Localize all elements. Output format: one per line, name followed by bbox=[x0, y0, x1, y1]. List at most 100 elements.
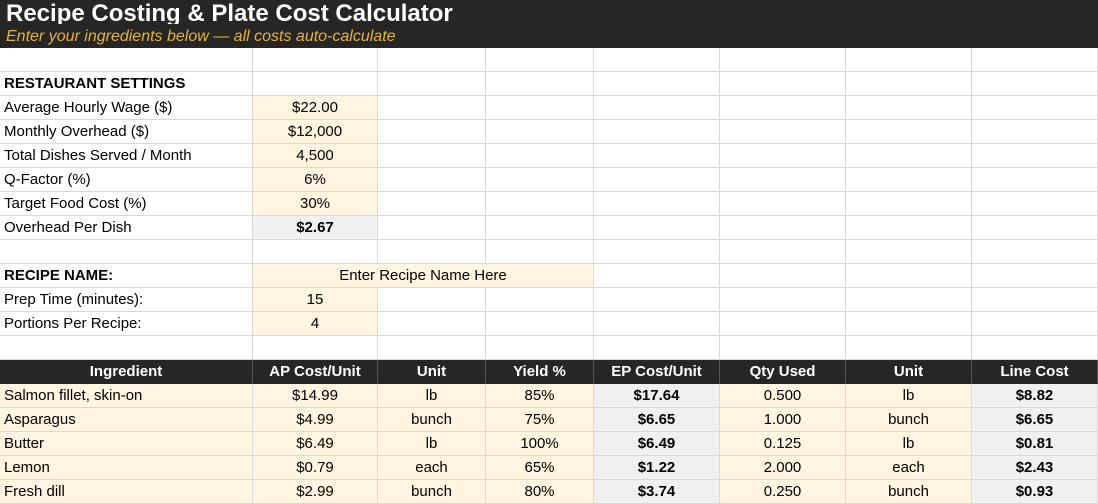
ap-unit[interactable]: bunch bbox=[378, 480, 486, 504]
cell[interactable] bbox=[0, 48, 253, 72]
qty-used[interactable]: 2.000 bbox=[720, 456, 846, 480]
cell[interactable] bbox=[972, 48, 1098, 72]
setting-label[interactable]: Total Dishes Served / Month bbox=[0, 144, 253, 168]
cell[interactable] bbox=[720, 96, 846, 120]
cell[interactable] bbox=[972, 240, 1098, 264]
line-cost[interactable]: $8.82 bbox=[972, 384, 1098, 408]
ep-cost[interactable]: $6.49 bbox=[594, 432, 720, 456]
cell[interactable] bbox=[846, 240, 972, 264]
cell[interactable] bbox=[972, 168, 1098, 192]
cell[interactable] bbox=[846, 336, 972, 360]
cell[interactable] bbox=[594, 312, 720, 336]
column-header-ap-cost[interactable]: AP Cost/Unit bbox=[253, 360, 378, 384]
cell[interactable] bbox=[720, 336, 846, 360]
cell[interactable] bbox=[720, 168, 846, 192]
ap-cost[interactable]: $6.49 bbox=[253, 432, 378, 456]
prep-time-label[interactable]: Prep Time (minutes): bbox=[0, 288, 253, 312]
yield-percent[interactable]: 80% bbox=[486, 480, 594, 504]
cell[interactable] bbox=[378, 336, 486, 360]
setting-label[interactable]: Average Hourly Wage ($) bbox=[0, 96, 253, 120]
cell[interactable] bbox=[378, 168, 486, 192]
cell[interactable] bbox=[720, 288, 846, 312]
cell[interactable] bbox=[486, 240, 594, 264]
cell[interactable] bbox=[972, 120, 1098, 144]
ap-cost[interactable]: $4.99 bbox=[253, 408, 378, 432]
ap-unit[interactable]: bunch bbox=[378, 408, 486, 432]
cell[interactable] bbox=[378, 72, 486, 96]
cell[interactable] bbox=[378, 216, 486, 240]
ingredient-name[interactable]: Fresh dill bbox=[0, 480, 253, 504]
cell[interactable] bbox=[594, 240, 720, 264]
qty-unit[interactable]: bunch bbox=[846, 408, 972, 432]
cell[interactable] bbox=[0, 240, 253, 264]
column-header-yield[interactable]: Yield % bbox=[486, 360, 594, 384]
yield-percent[interactable]: 85% bbox=[486, 384, 594, 408]
yield-percent[interactable]: 75% bbox=[486, 408, 594, 432]
yield-percent[interactable]: 100% bbox=[486, 432, 594, 456]
recipe-name-label[interactable]: RECIPE NAME: bbox=[0, 264, 253, 288]
cell[interactable] bbox=[720, 192, 846, 216]
setting-label[interactable]: Target Food Cost (%) bbox=[0, 192, 253, 216]
column-header-ep-cost[interactable]: EP Cost/Unit bbox=[594, 360, 720, 384]
cell[interactable] bbox=[846, 288, 972, 312]
cell[interactable] bbox=[486, 312, 594, 336]
column-header-qty-unit[interactable]: Unit bbox=[846, 360, 972, 384]
ingredient-name[interactable]: Salmon fillet, skin-on bbox=[0, 384, 253, 408]
cell[interactable] bbox=[486, 72, 594, 96]
qty-unit[interactable]: bunch bbox=[846, 480, 972, 504]
qty-used[interactable]: 0.250 bbox=[720, 480, 846, 504]
cell[interactable] bbox=[720, 48, 846, 72]
ap-cost[interactable]: $2.99 bbox=[253, 480, 378, 504]
ingredient-name[interactable]: Asparagus bbox=[0, 408, 253, 432]
line-cost[interactable]: $0.93 bbox=[972, 480, 1098, 504]
cell[interactable] bbox=[846, 192, 972, 216]
line-cost[interactable]: $2.43 bbox=[972, 456, 1098, 480]
cell[interactable] bbox=[972, 264, 1098, 288]
cell[interactable] bbox=[720, 264, 846, 288]
cell[interactable] bbox=[594, 288, 720, 312]
cell[interactable] bbox=[972, 192, 1098, 216]
cell[interactable] bbox=[378, 48, 486, 72]
cell[interactable] bbox=[720, 312, 846, 336]
cell[interactable] bbox=[720, 120, 846, 144]
cell[interactable] bbox=[378, 192, 486, 216]
qty-unit[interactable]: lb bbox=[846, 384, 972, 408]
cell[interactable] bbox=[972, 312, 1098, 336]
cell[interactable] bbox=[253, 72, 378, 96]
cell[interactable] bbox=[378, 120, 486, 144]
column-header-qty-used[interactable]: Qty Used bbox=[720, 360, 846, 384]
column-header-ingredient[interactable]: Ingredient bbox=[0, 360, 253, 384]
setting-label[interactable]: Monthly Overhead ($) bbox=[0, 120, 253, 144]
cell[interactable] bbox=[378, 240, 486, 264]
cell[interactable] bbox=[972, 336, 1098, 360]
yield-percent[interactable]: 65% bbox=[486, 456, 594, 480]
line-cost[interactable]: $6.65 bbox=[972, 408, 1098, 432]
cell[interactable] bbox=[594, 144, 720, 168]
qty-unit[interactable]: lb bbox=[846, 432, 972, 456]
cell[interactable] bbox=[378, 96, 486, 120]
qty-used[interactable]: 1.000 bbox=[720, 408, 846, 432]
ingredient-name[interactable]: Butter bbox=[0, 432, 253, 456]
cell[interactable] bbox=[486, 120, 594, 144]
cell[interactable] bbox=[594, 48, 720, 72]
ap-cost[interactable]: $0.79 bbox=[253, 456, 378, 480]
cell[interactable] bbox=[594, 264, 720, 288]
cell[interactable] bbox=[594, 96, 720, 120]
cell[interactable] bbox=[486, 144, 594, 168]
setting-input-target-food-cost[interactable]: 30% bbox=[253, 192, 378, 216]
cell[interactable] bbox=[846, 48, 972, 72]
setting-label[interactable]: Overhead Per Dish bbox=[0, 216, 253, 240]
ep-cost[interactable]: $17.64 bbox=[594, 384, 720, 408]
qty-used[interactable]: 0.500 bbox=[720, 384, 846, 408]
cell[interactable] bbox=[594, 336, 720, 360]
cell[interactable] bbox=[972, 96, 1098, 120]
setting-input-monthly-overhead[interactable]: $12,000 bbox=[253, 120, 378, 144]
setting-input-hourly-wage[interactable]: $22.00 bbox=[253, 96, 378, 120]
cell[interactable] bbox=[846, 144, 972, 168]
ep-cost[interactable]: $1.22 bbox=[594, 456, 720, 480]
cell[interactable] bbox=[594, 168, 720, 192]
recipe-name-input[interactable]: Enter Recipe Name Here bbox=[253, 264, 594, 288]
ingredient-name[interactable]: Lemon bbox=[0, 456, 253, 480]
ap-unit[interactable]: each bbox=[378, 456, 486, 480]
cell[interactable] bbox=[253, 336, 378, 360]
